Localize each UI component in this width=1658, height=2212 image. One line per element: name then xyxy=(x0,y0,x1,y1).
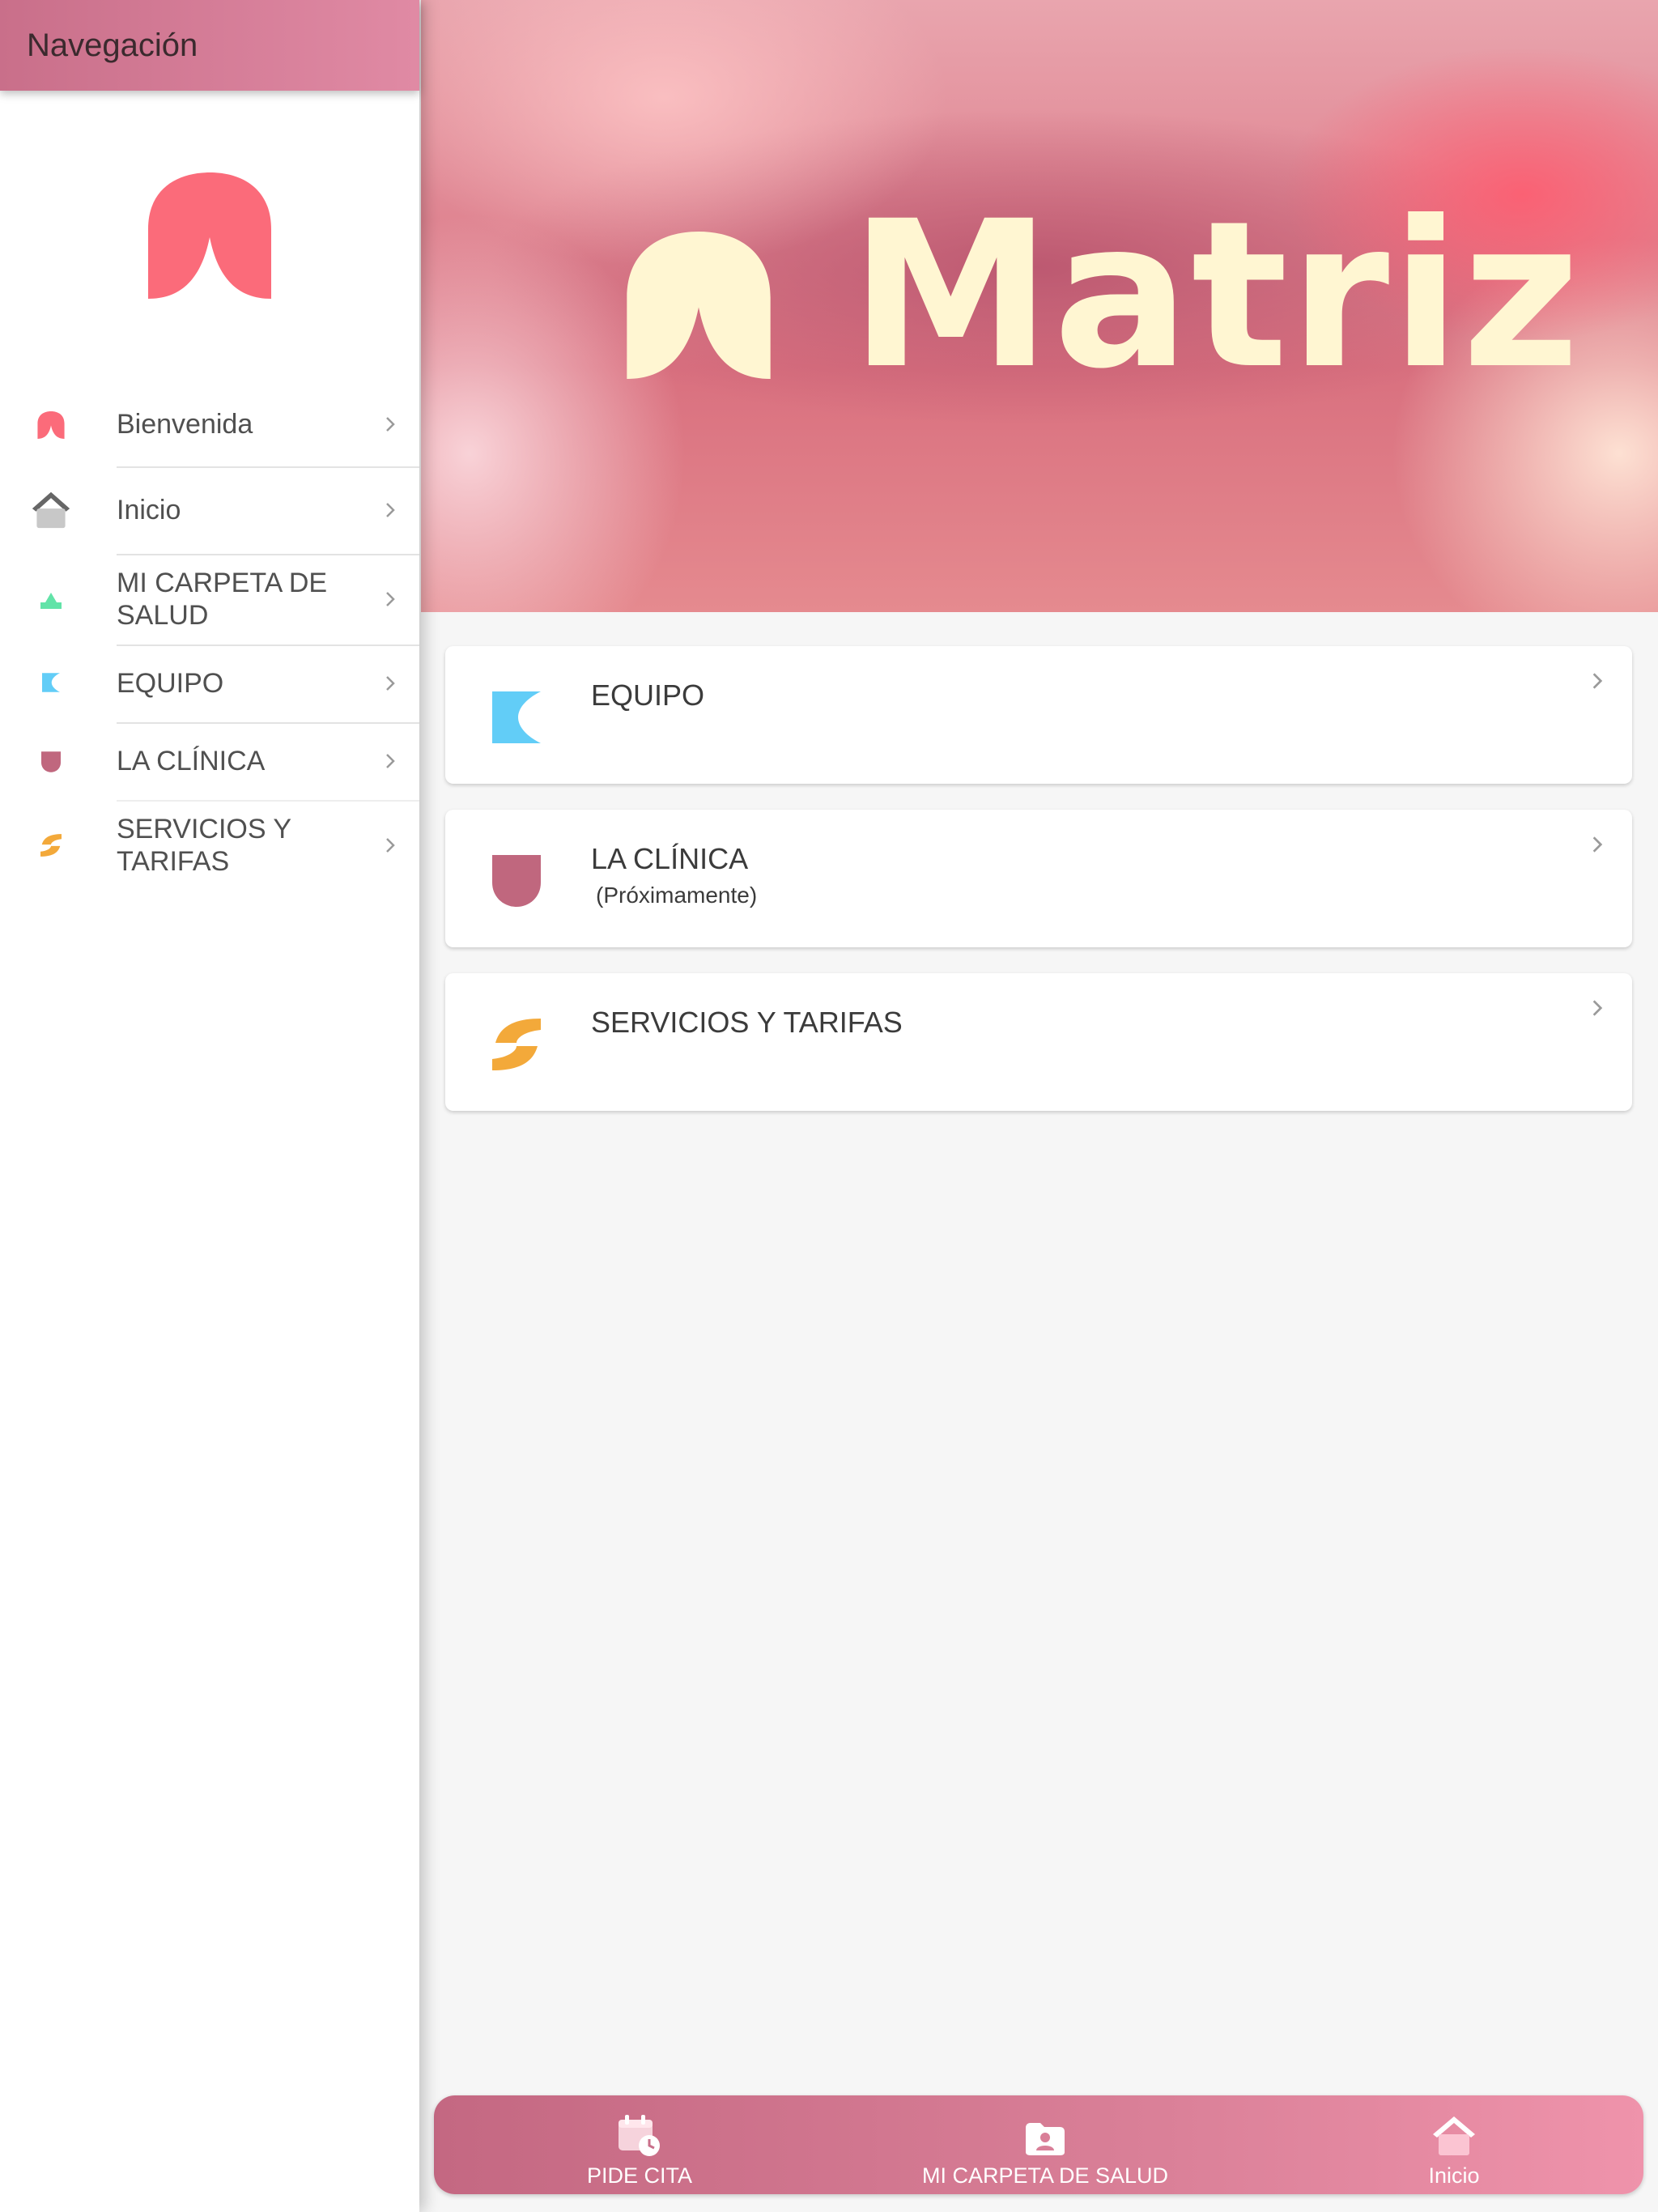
s-wave-icon xyxy=(31,834,71,857)
nav-item-equipo[interactable]: EQUIPO xyxy=(0,644,419,724)
drawer-title: Navegación xyxy=(27,27,198,63)
brand-wordmark: Matriz xyxy=(850,177,1582,413)
crescent-icon xyxy=(31,672,71,693)
tab-label: PIDE CITA xyxy=(586,2163,693,2188)
tab-inicio[interactable]: Inicio xyxy=(1405,2095,1503,2194)
home-icon xyxy=(1430,2112,1478,2157)
home-icon xyxy=(31,487,71,531)
card-title: LA CLÍNICA xyxy=(591,842,749,875)
crescent-icon xyxy=(492,691,541,743)
chevron-right-icon xyxy=(1592,1000,1603,1016)
chevron-right-icon xyxy=(386,838,395,853)
nav-item-label: LA CLÍNICA xyxy=(117,746,266,776)
matriz-logo-icon xyxy=(627,232,771,379)
nav-item-bienvenida[interactable]: Bienvenida xyxy=(0,382,419,468)
nav-item-label: MI CARPETA DE SALUD xyxy=(117,568,328,631)
chevron-right-icon xyxy=(386,417,395,432)
folder-user-icon xyxy=(1021,2112,1069,2157)
chevron-right-icon xyxy=(386,754,395,768)
chevron-right-icon xyxy=(386,503,395,517)
nav-item-label: EQUIPO xyxy=(117,668,224,699)
shield-icon xyxy=(31,751,71,772)
chevron-right-icon xyxy=(1592,673,1603,689)
green-arch-icon xyxy=(31,591,71,609)
nav-item-inicio[interactable]: Inicio xyxy=(0,466,419,555)
card-title: EQUIPO xyxy=(591,678,705,712)
drawer-header: Navegación xyxy=(0,0,419,91)
nav-item-la-clinica[interactable]: LA CLÍNICA xyxy=(0,722,419,802)
tab-pide-cita[interactable]: PIDE CITA xyxy=(542,2095,737,2194)
chevron-right-icon xyxy=(386,592,395,606)
s-wave-icon xyxy=(492,1019,541,1070)
tab-label: MI CARPETA DE SALUD xyxy=(921,2163,1169,2188)
tab-label: Inicio xyxy=(1428,2163,1480,2188)
card-equipo[interactable]: EQUIPO xyxy=(445,646,1632,784)
navigation-drawer: Navegación Bienvenida Inicio MI CARPETA … xyxy=(0,0,419,2212)
nav-item-label: SERVICIOS Y TARIFAS xyxy=(117,814,291,877)
matriz-arch-icon xyxy=(31,411,71,439)
bottom-tab-bar: PIDE CITA MI CARPETA DE SALUD Inicio xyxy=(434,2095,1643,2194)
nav-item-mi-carpeta[interactable]: MI CARPETA DE SALUD xyxy=(0,554,419,646)
card-subtitle: (Próximamente) xyxy=(596,883,758,908)
chevron-right-icon xyxy=(1592,836,1603,853)
nav-item-servicios[interactable]: SERVICIOS Y TARIFAS xyxy=(0,800,419,891)
chevron-right-icon xyxy=(386,676,395,691)
tab-mi-carpeta-de-salud[interactable]: MI CARPETA DE SALUD xyxy=(922,2095,1168,2194)
nav-item-label: Inicio xyxy=(117,495,181,525)
section-cards: EQUIPO LA CLÍNICA (Próximamente) SERVICI… xyxy=(445,646,1632,1137)
card-title: SERVICIOS Y TARIFAS xyxy=(591,1006,903,1039)
card-servicios-y-tarifas[interactable]: SERVICIOS Y TARIFAS xyxy=(445,973,1632,1111)
card-la-clinica[interactable]: LA CLÍNICA (Próximamente) xyxy=(445,810,1632,947)
calendar-clock-icon xyxy=(615,2112,664,2157)
drawer-nav-list: Bienvenida Inicio MI CARPETA DE SALUD EQ… xyxy=(0,382,419,891)
shield-icon xyxy=(492,855,541,907)
matriz-logo-icon xyxy=(148,172,271,299)
nav-item-label: Bienvenida xyxy=(117,409,253,440)
hero-banner: Matriz xyxy=(421,0,1658,612)
